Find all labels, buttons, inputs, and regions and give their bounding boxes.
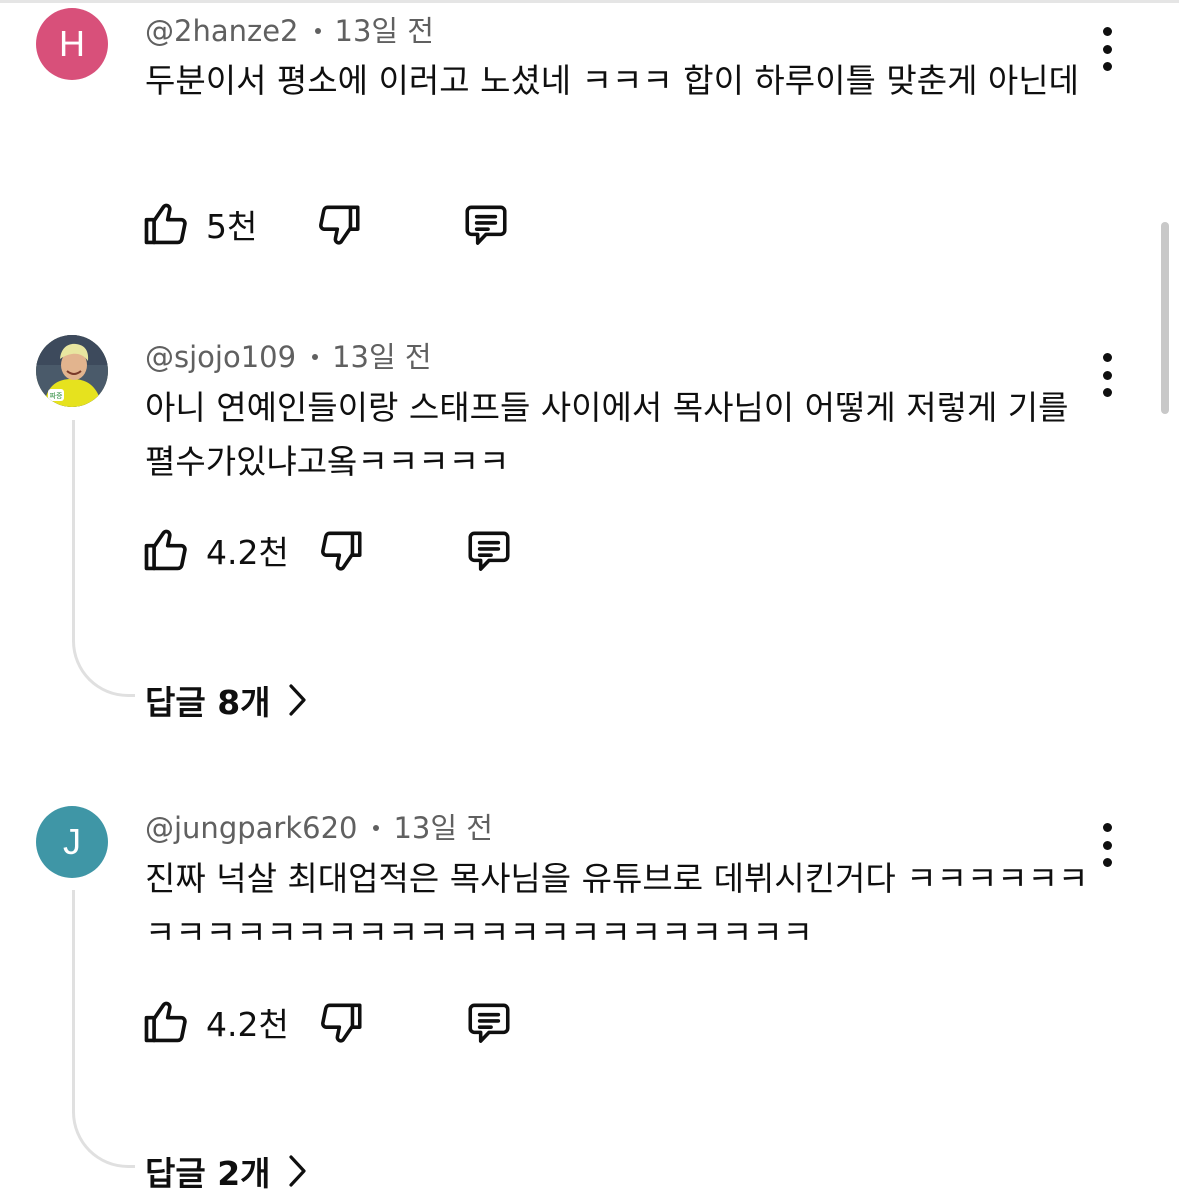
comment-text: 아니 연예인들이랑 스태프들 사이에서 목사님이 어떻게 저렇게 기를 펼수가있…	[145, 388, 1069, 481]
chevron-right-icon	[288, 684, 306, 716]
like-count: 4.2천	[206, 533, 289, 572]
like-button[interactable]: 4.2천	[140, 996, 289, 1048]
like-count: 5천	[206, 207, 258, 246]
comment-time[interactable]: 13일 전	[332, 339, 431, 375]
like-count: 4.2천	[206, 1005, 289, 1044]
reply-thread-line	[72, 420, 135, 697]
view-replies-button[interactable]: 답글 8개	[145, 676, 309, 724]
reply-button[interactable]	[463, 526, 515, 576]
more-vert-icon[interactable]	[1094, 27, 1120, 71]
chevron-right-icon	[288, 1155, 306, 1187]
comment-meta: @2hanze2 13일 전	[145, 13, 434, 49]
view-replies-button[interactable]: 답글 2개	[145, 1147, 309, 1195]
avatar[interactable]: 짜증	[36, 335, 108, 407]
reply-button[interactable]	[460, 200, 512, 250]
dislike-button[interactable]	[314, 200, 364, 250]
dislike-button[interactable]	[316, 526, 366, 576]
like-button[interactable]: 5천	[140, 198, 257, 250]
thumbs-up-icon	[140, 198, 192, 250]
thumbs-down-icon	[316, 998, 366, 1048]
comment-icon	[463, 526, 515, 576]
comment-icon	[460, 200, 512, 250]
avatar[interactable]: H	[36, 8, 108, 80]
comment-text: 두분이서 평소에 이러고 노셨네 ㅋㅋㅋ 합이 하루이틀 맞춘게 아닌데	[145, 61, 1079, 100]
thumbs-down-icon	[314, 200, 364, 250]
thumbs-down-icon	[316, 526, 366, 576]
comment-time[interactable]: 13일 전	[393, 810, 492, 846]
comment-author[interactable]: @sjojo109	[145, 339, 296, 375]
thumbs-up-icon	[140, 524, 192, 576]
more-vert-icon[interactable]	[1094, 823, 1120, 867]
like-button[interactable]: 4.2천	[140, 524, 289, 576]
avatar-initial: J	[63, 821, 81, 862]
comment-author[interactable]: @2hanze2	[145, 13, 299, 49]
more-vert-icon[interactable]	[1094, 353, 1120, 397]
separator-dot	[373, 825, 380, 831]
avatar-initial: H	[59, 23, 85, 64]
reply-thread-line	[72, 890, 135, 1168]
avatar-photo-icon: 짜증	[36, 335, 108, 407]
separator-dot	[312, 354, 319, 360]
replies-count-label: 답글 8개	[145, 683, 271, 722]
avatar[interactable]: J	[36, 806, 108, 878]
comment-icon	[463, 998, 515, 1048]
comment-text: 진짜 넉살 최대업적은 목사님을 유튜브로 데뷔시킨거다 ㅋㅋㅋㅋㅋㅋㅋㅋㅋㅋㅋ…	[145, 859, 1089, 952]
dislike-button[interactable]	[316, 998, 366, 1048]
comment-meta: @jungpark620 13일 전	[145, 810, 493, 846]
reply-button[interactable]	[463, 998, 515, 1048]
scrollbar[interactable]	[1161, 222, 1169, 414]
comment-time[interactable]: 13일 전	[335, 13, 434, 49]
separator-dot	[314, 28, 321, 34]
replies-count-label: 답글 2개	[145, 1154, 271, 1193]
svg-text:짜증: 짜증	[50, 391, 63, 400]
comment-meta: @sjojo109 13일 전	[145, 339, 432, 375]
top-divider	[0, 0, 1179, 3]
thumbs-up-icon	[140, 996, 192, 1048]
comment-author[interactable]: @jungpark620	[145, 810, 357, 846]
